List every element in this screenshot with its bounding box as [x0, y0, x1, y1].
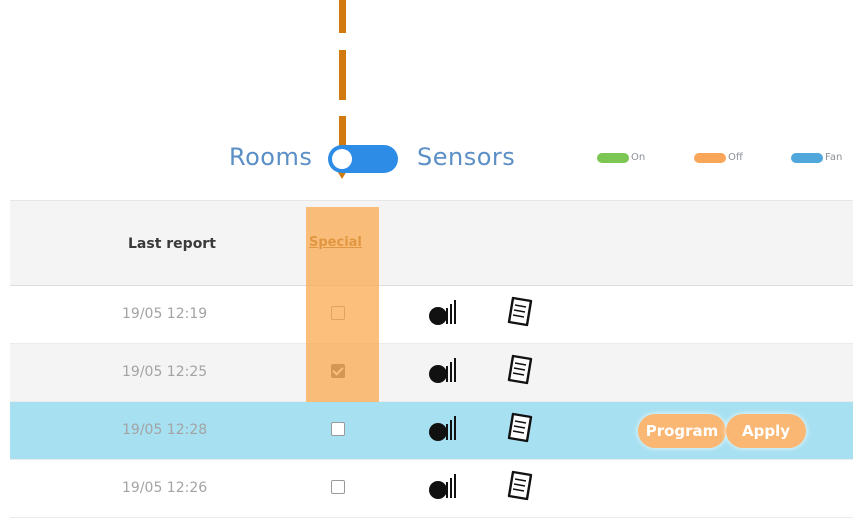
sensors-label: Sensors — [417, 143, 516, 171]
legend-item-fan: Fan — [791, 152, 842, 163]
special-checkbox[interactable] — [331, 306, 345, 320]
rooms-sensors-toggle[interactable] — [328, 145, 398, 173]
toggle-knob — [332, 149, 352, 169]
last-report-cell: 19/05 12:28 — [122, 422, 208, 438]
rooms-label: Rooms — [229, 143, 313, 171]
legend-item-on: On — [597, 152, 645, 163]
legend-label: On — [631, 152, 646, 163]
chart-icon[interactable] — [428, 354, 458, 386]
legend-swatch — [694, 152, 726, 163]
table-row[interactable]: 19/05 12:19 — [10, 286, 853, 344]
table-row-selected[interactable]: 19/05 12:28 Program Apply — [10, 402, 853, 460]
last-report-cell: 19/05 12:26 — [122, 480, 208, 496]
legend-label: Off — [728, 152, 743, 163]
special-checkbox[interactable] — [331, 364, 345, 378]
legend-label: Fan — [825, 152, 843, 163]
notebook-icon[interactable] — [507, 353, 535, 385]
chart-icon[interactable] — [428, 412, 458, 444]
legend-item-off: Off — [694, 152, 743, 163]
special-checkbox[interactable] — [331, 422, 345, 436]
apply-button[interactable]: Apply — [726, 414, 806, 448]
legend-swatch — [791, 152, 823, 163]
table-row[interactable]: 19/05 12:26 — [10, 460, 853, 518]
column-header-special[interactable]: Special — [309, 235, 362, 250]
last-report-cell: 19/05 12:19 — [122, 306, 208, 322]
notebook-icon[interactable] — [507, 411, 535, 443]
column-header-last-report: Last report — [128, 236, 216, 252]
arrow-dash — [339, 50, 346, 100]
notebook-icon[interactable] — [507, 469, 535, 501]
last-report-cell: 19/05 12:25 — [122, 364, 208, 380]
table-row[interactable]: 19/05 12:25 — [10, 344, 853, 402]
program-button[interactable]: Program — [638, 414, 726, 448]
chart-icon[interactable] — [428, 470, 458, 502]
special-checkbox[interactable] — [331, 480, 345, 494]
notebook-icon[interactable] — [507, 295, 535, 327]
legend-swatch — [597, 152, 629, 163]
chart-icon[interactable] — [428, 296, 458, 328]
arrow-dash — [339, 0, 346, 33]
